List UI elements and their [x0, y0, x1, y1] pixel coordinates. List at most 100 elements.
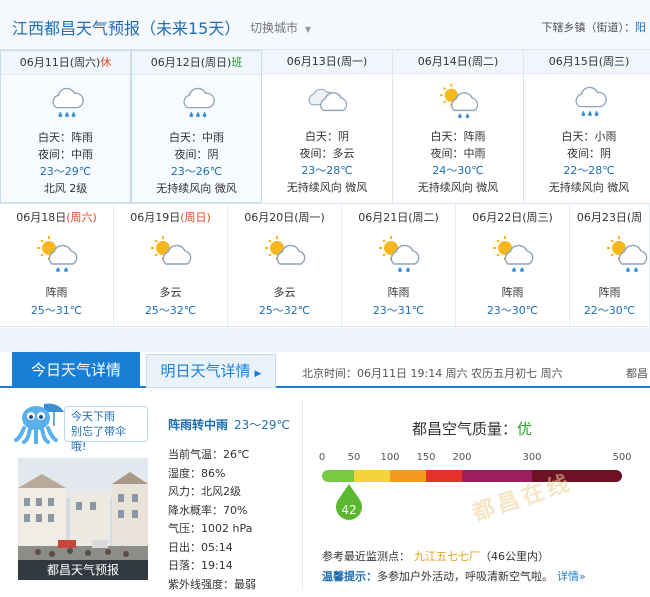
day-date: 06月12日(周日)班 [132, 51, 261, 75]
station-label: 参考最近监测点： [322, 550, 410, 563]
monitoring-station: 参考最近监测点： 九江五七七厂（46公里内） [322, 548, 549, 564]
day-weather: 阵雨 [598, 286, 621, 299]
tip-label: 温馨提示： [322, 570, 377, 583]
forecast-day-card[interactable]: 06月12日(周日)班白天：中雨夜间：阴 23～26℃ 无持续风向 微风 [131, 50, 262, 203]
day-date: 06月22日(周三) [472, 211, 553, 224]
air-quality-label: 都昌空气质量： [412, 420, 518, 438]
temp-range: 23～31℃ [372, 304, 425, 317]
weather-stat: 当前气温：26℃ [168, 448, 250, 461]
aqi-segment [426, 470, 462, 482]
temp-range: 22～30℃ [583, 304, 636, 317]
temp-range: 25～31℃ [30, 304, 83, 317]
sun-rain-cloud-icon [604, 234, 648, 272]
day-weather: 阵雨 [501, 286, 524, 299]
forecast-row-1: 06月11日(周六)休 白天：阵雨 夜间：中雨 23～29℃ 北风 2级 06月12日(周… [0, 50, 650, 203]
forecast-day-card[interactable]: 06月19日(周日) 多云 25～32℃ [114, 204, 228, 328]
sun-cloud-icon [262, 234, 306, 272]
sun-rain-cloud-icon [438, 82, 479, 118]
forecast-day-card[interactable]: 06月22日(周三) 阵雨 23～30℃ [456, 204, 570, 328]
sub-district: 下辖乡镇（街道）：阳 [542, 19, 647, 35]
temp-range: 23～29℃ [39, 165, 92, 178]
summary-weather: 阵雨转中雨 [168, 418, 229, 432]
day-date: 06月23日(周 [576, 211, 643, 224]
forecast-day-card[interactable]: 06月13日(周一) 白天：阴 夜间：多云 23～28℃ 无持续风向 微风 [262, 50, 393, 203]
night-weather: 夜间：阴 [174, 148, 219, 161]
wind: 无持续风向 微风 [156, 182, 237, 195]
temp-range: 22～28℃ [563, 164, 615, 177]
temp-range: 23～30℃ [486, 304, 539, 317]
photo-caption: 都昌天气预报 [18, 560, 148, 580]
today-summary: 阵雨转中雨 23～29℃ [168, 416, 290, 433]
aqi-scale-tick: 500 [612, 452, 632, 463]
day-date: 06月20日(周一) [244, 211, 325, 224]
holiday-badge: 班 [231, 56, 243, 69]
day-date: 06月21日(周二) [358, 211, 439, 224]
aqi-scale-tick: 50 [347, 452, 361, 463]
summary-temp: 23～29℃ [234, 418, 291, 432]
forecast-day-card[interactable]: 06月21日(周二) 阵雨 23～31℃ [342, 204, 456, 328]
weather-tip-bubble: 今天下雨 别忘了带伞哦! [64, 406, 148, 453]
forecast-day-card[interactable]: 06月20日(周一) 多云 25～32℃ [228, 204, 342, 328]
day-date: 06月19日(周日) [130, 211, 211, 224]
day-weather: 多云 [273, 286, 296, 299]
station-name[interactable]: 九江五七七厂 [414, 550, 480, 563]
day-weather: 白天：阵雨 [38, 131, 93, 144]
switch-city-dropdown[interactable]: 切换城市 ▼ [250, 19, 311, 36]
day-date: 06月18日(周六) [16, 211, 97, 224]
wind: 无持续风向 微风 [548, 181, 630, 194]
day-date: 06月14日(周二) [393, 50, 523, 74]
day-weather: 多云 [159, 286, 182, 299]
tip-more-link[interactable]: 详情» [557, 570, 586, 583]
weather-stat: 降水概率：70% [168, 503, 248, 517]
tab-today-detail[interactable]: 今日天气详情 [12, 352, 140, 388]
forecast-day-card[interactable]: 06月23日(周 阵雨 22～30℃ [570, 204, 650, 328]
octopus-mascot-icon [14, 403, 64, 444]
temp-range: 25～32℃ [258, 304, 311, 317]
holiday-badge: 休 [100, 56, 112, 69]
night-weather: 夜间：中雨 [38, 148, 93, 161]
air-quality-level: 优 [517, 420, 533, 438]
aqi-scale-tick: 200 [452, 452, 472, 463]
air-quality-title: 都昌空气质量：优 [412, 418, 532, 439]
day-weather: 白天：小雨 [561, 130, 617, 143]
section-divider [0, 328, 650, 352]
weather-stat: 风力：北风2级 [168, 485, 241, 498]
forecast-day-card[interactable]: 06月14日(周二) 白天：阵雨 夜间：中雨 24～30℃ 无持续风向 微风 [393, 50, 524, 203]
aqi-segment [354, 470, 390, 482]
location-short: 都昌 [626, 367, 648, 380]
day-weather: 阵雨 [387, 286, 410, 299]
day-weather: 阵雨 [45, 286, 68, 299]
day-date: 06月15日(周三) [524, 50, 650, 74]
sub-district-link[interactable]: 阳 [635, 21, 646, 34]
temp-range: 23～26℃ [170, 165, 223, 178]
aqi-segment [322, 470, 354, 482]
forecast-day-card[interactable]: 06月11日(周六)休 白天：阵雨 夜间：中雨 23～29℃ 北风 2级 [0, 50, 131, 203]
chevron-right-icon: ▶ [254, 369, 262, 379]
station-distance: （46公里内） [480, 550, 549, 563]
tab-tomorrow-detail[interactable]: 明日天气详情 ▶ [146, 354, 276, 388]
beijing-time-info: 北京时间：06月11日 19:14 周六 农历五月初七 周六 [302, 367, 563, 380]
aqi-scale-tick: 100 [380, 452, 400, 463]
aqi-scale-tick: 300 [522, 452, 542, 463]
day-weather: 白天：阴 [305, 130, 349, 143]
warm-tip: 温馨提示：多参加户外活动，呼吸清新空气啦。 详情» [322, 568, 586, 584]
aqi-color-bar [322, 470, 622, 482]
bubble-line-1: 今天下雨 [71, 410, 115, 423]
forecast-day-card[interactable]: 06月15日(周三) 白天：小雨夜间：阴 22～28℃ 无持续风向 微风 [524, 50, 650, 203]
chevron-down-icon: ▼ [304, 25, 311, 34]
forecast-row-2: 06月18日(周六) 阵雨 25～31℃ 06月19日(周日) 多云 25～32℃ 06月2… [0, 203, 650, 328]
night-weather: 夜间：阴 [567, 147, 611, 160]
forecast-day-card[interactable]: 06月18日(周六) 阵雨 25～31℃ [0, 204, 114, 328]
night-weather: 夜间：多云 [299, 147, 355, 160]
weather-stat: 湿度：86% [168, 466, 226, 480]
sun-cloud-icon [148, 234, 192, 272]
day-weather: 白天：中雨 [169, 131, 224, 144]
temp-range: 25～32℃ [144, 304, 197, 317]
day-weather: 白天：阵雨 [430, 130, 486, 143]
day-date: 06月11日(周六)休 [1, 51, 130, 75]
aqi-scale-tick: 150 [416, 452, 436, 463]
weather-stat: 气压：1002 hPa [168, 522, 253, 535]
night-weather: 夜间：中雨 [430, 147, 486, 160]
sub-district-label: 下辖乡镇（街道）： [541, 21, 636, 34]
tab-tomorrow-label: 明日天气详情 [160, 362, 251, 380]
